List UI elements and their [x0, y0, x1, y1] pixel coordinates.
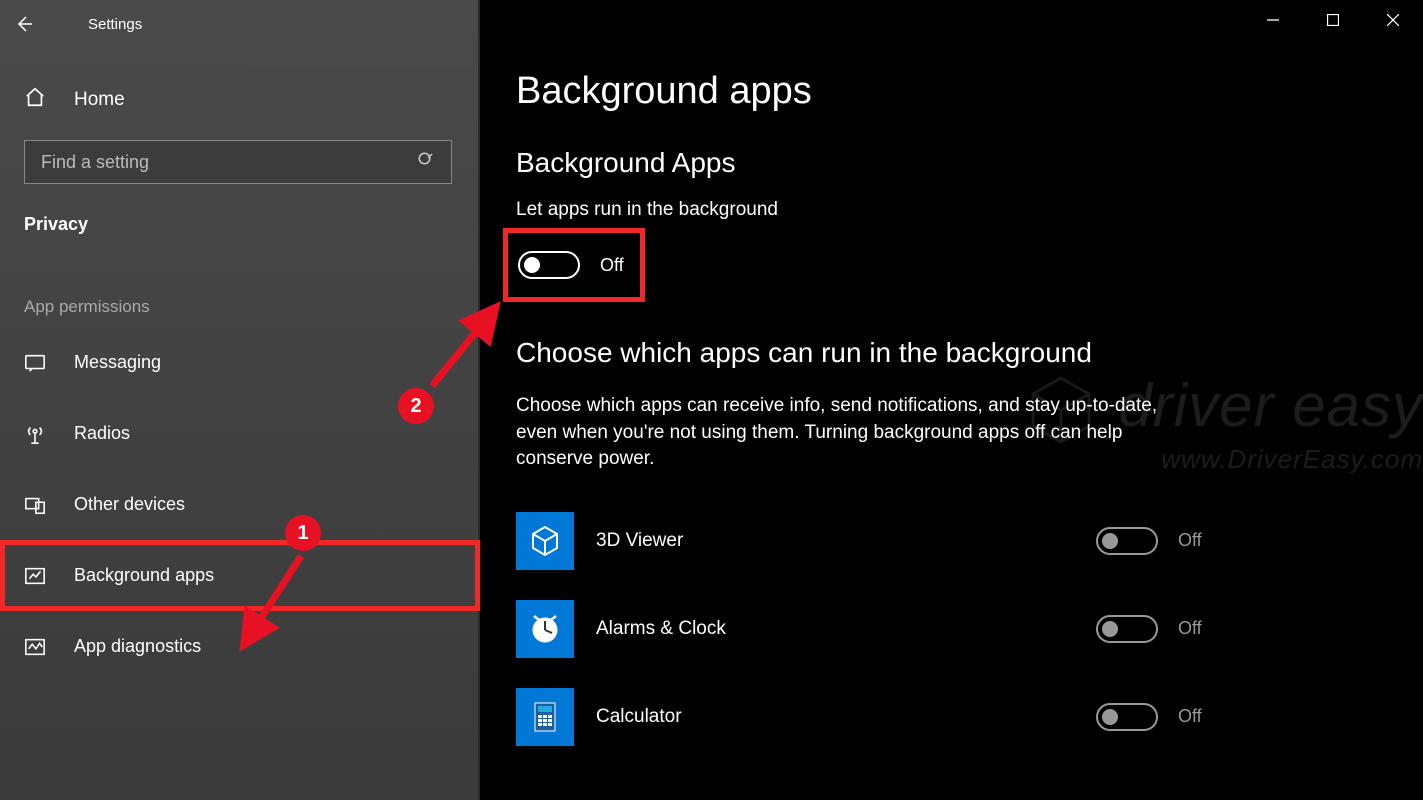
radios-icon: [24, 423, 48, 445]
sidebar-item-label: Messaging: [74, 352, 161, 373]
choose-description: Choose which apps can receive info, send…: [516, 393, 1176, 473]
sidebar-item-messaging[interactable]: Messaging: [0, 327, 480, 398]
annotation-badge-2: 2: [398, 388, 434, 424]
background-apps-icon: [24, 565, 48, 587]
app-name: Calculator: [596, 706, 1096, 728]
sidebar-item-other-devices[interactable]: Other devices: [0, 469, 480, 540]
master-toggle[interactable]: [518, 251, 580, 279]
search-input-container[interactable]: [24, 140, 452, 184]
app-name: 3D Viewer: [596, 530, 1096, 552]
titlebar: Settings: [0, 0, 1423, 48]
home-icon: [24, 86, 48, 114]
app-row-3d-viewer: 3D Viewer Off: [516, 497, 1276, 585]
sidebar-category: Privacy: [0, 204, 480, 259]
devices-icon: [24, 494, 48, 516]
sidebar-home[interactable]: Home: [0, 70, 480, 130]
annotation-arrow-2: [420, 300, 510, 400]
close-icon: [1387, 14, 1399, 26]
sidebar-section-label: App permissions: [0, 259, 480, 327]
maximize-button[interactable]: [1303, 0, 1363, 40]
close-button[interactable]: [1363, 0, 1423, 40]
app-toggle-state: Off: [1178, 706, 1202, 727]
search-icon: [417, 151, 435, 174]
diagnostics-icon: [24, 636, 48, 658]
app-row-calculator: Calculator Off: [516, 673, 1276, 761]
messaging-icon: [24, 352, 48, 374]
maximize-icon: [1327, 14, 1339, 26]
app-name: Alarms & Clock: [596, 618, 1096, 640]
arrow-left-icon: [14, 14, 34, 34]
master-toggle-state: Off: [600, 255, 624, 276]
app-icon-3d-viewer: [516, 512, 574, 570]
choose-heading: Choose which apps can run in the backgro…: [516, 337, 1423, 369]
annotation-arrow-1: [235, 548, 315, 658]
section-heading: Background Apps: [516, 147, 1423, 179]
app-icon-calculator: [516, 688, 574, 746]
app-toggle-alarms-clock[interactable]: [1096, 615, 1158, 643]
main-panel: Background apps Background Apps Let apps…: [480, 0, 1423, 800]
sidebar-item-label: Other devices: [74, 494, 185, 515]
search-input[interactable]: [41, 152, 417, 173]
app-icon-alarms-clock: [516, 600, 574, 658]
page-title: Background apps: [516, 70, 1423, 113]
sidebar-home-label: Home: [74, 89, 125, 111]
sidebar-item-label: Radios: [74, 423, 130, 444]
master-toggle-highlight: Off: [508, 233, 640, 297]
sidebar-item-label: Background apps: [74, 565, 214, 586]
minimize-button[interactable]: [1243, 0, 1303, 40]
app-toggle-state: Off: [1178, 530, 1202, 551]
window-title: Settings: [88, 16, 142, 33]
app-toggle-state: Off: [1178, 618, 1202, 639]
minimize-icon: [1267, 14, 1279, 26]
app-toggle-3d-viewer[interactable]: [1096, 527, 1158, 555]
annotation-badge-1: 1: [285, 515, 321, 551]
master-toggle-label: Let apps run in the background: [516, 199, 1423, 221]
back-button[interactable]: [0, 0, 48, 48]
app-toggle-calculator[interactable]: [1096, 703, 1158, 731]
app-row-alarms-clock: Alarms & Clock Off: [516, 585, 1276, 673]
sidebar-item-label: App diagnostics: [74, 636, 201, 657]
